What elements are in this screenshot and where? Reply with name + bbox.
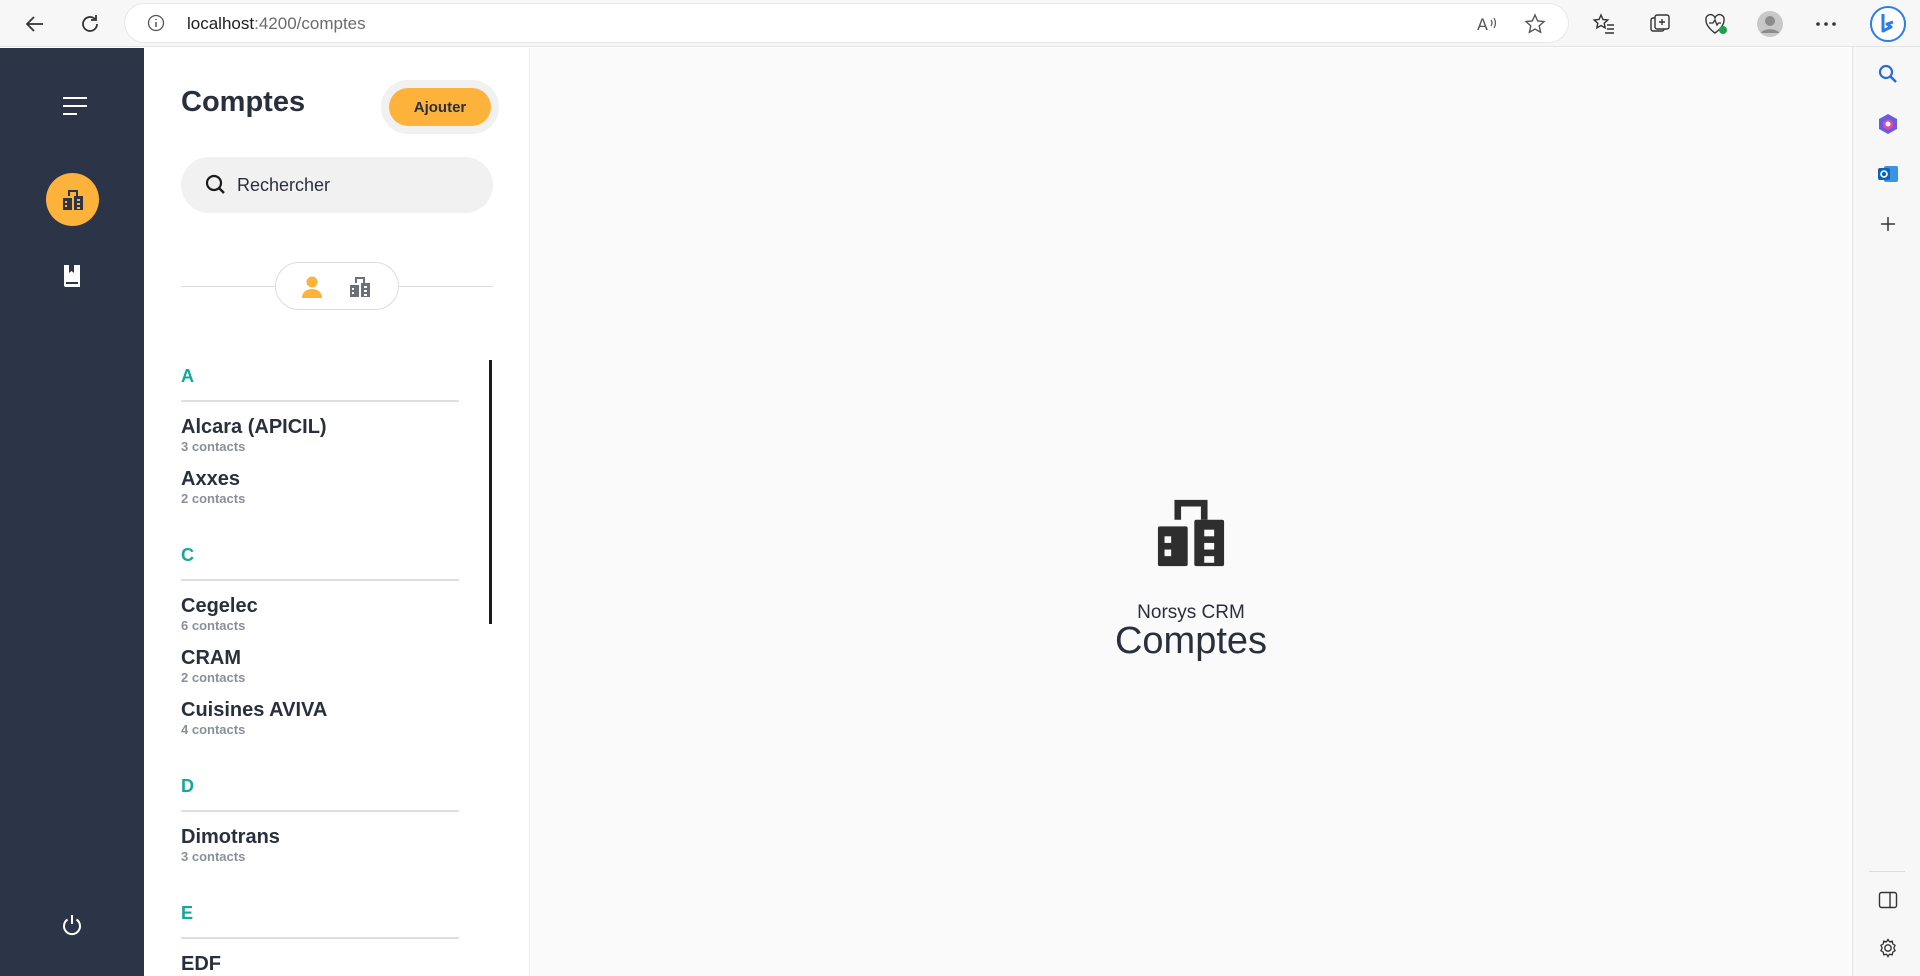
url-host: localhost [187, 14, 255, 33]
building-icon [62, 189, 83, 210]
letter-divider [181, 579, 459, 581]
letter-divider [181, 400, 459, 402]
profile-avatar-icon[interactable] [1756, 10, 1784, 38]
favorites-icon[interactable] [1590, 10, 1618, 38]
svg-text:A: A [1477, 15, 1488, 34]
letter-heading: D [181, 776, 194, 796]
outlook-icon[interactable] [1875, 161, 1901, 187]
list-item[interactable]: Cegelec 6 contacts [181, 594, 459, 646]
person-icon[interactable] [298, 273, 326, 301]
list-item[interactable]: Axxes 2 contacts [181, 467, 459, 519]
building-icon[interactable] [346, 273, 374, 301]
list-item[interactable]: Cuisines AVIVA 4 contacts [181, 698, 459, 750]
account-contacts: 6 contacts [181, 618, 246, 633]
add-button-wrapper: Ajouter [381, 80, 499, 134]
letter-group: A Alcara (APICIL) 3 contacts Axxes 2 con… [181, 360, 459, 539]
list-scrollbar[interactable] [489, 360, 492, 624]
office-icon[interactable] [1875, 111, 1901, 137]
url-path: :4200/comptes [254, 14, 366, 33]
letter-divider [181, 937, 459, 939]
account-name: Cegelec [181, 595, 258, 617]
menu-icon[interactable] [60, 94, 90, 118]
collections-icon[interactable] [1646, 10, 1674, 38]
accounts-list-panel: Comptes Ajouter A Alcara (APICIL) 3 cont… [144, 48, 530, 976]
letter-divider [181, 810, 459, 812]
account-name: Axxes [181, 468, 240, 490]
letter-heading: A [181, 366, 194, 386]
account-contacts: 4 contacts [181, 722, 246, 737]
more-options-icon[interactable] [1812, 10, 1840, 38]
building-icon [1148, 490, 1234, 581]
account-name: Cuisines AVIVA [181, 699, 328, 721]
add-account-button[interactable]: Ajouter [389, 88, 491, 126]
search-box [181, 157, 493, 213]
account-name: EDF [181, 953, 221, 975]
letter-group: D Dimotrans 3 contacts [181, 770, 459, 897]
rail-divider [1869, 871, 1905, 872]
settings-gear-icon[interactable] [1875, 935, 1901, 961]
app-sidebar [0, 48, 144, 976]
add-icon[interactable] [1875, 211, 1901, 237]
read-aloud-icon[interactable]: A [1475, 12, 1499, 36]
browser-toolbar: localhost:4200/comptes A [0, 0, 1920, 47]
info-icon[interactable] [147, 14, 165, 37]
list-item[interactable]: Dimotrans 3 contacts [181, 825, 459, 877]
list-item[interactable]: CRAM 2 contacts [181, 646, 459, 698]
list-item[interactable]: EDF [181, 952, 459, 976]
url-text: localhost:4200/comptes [187, 14, 366, 34]
letter-group: C Cegelec 6 contacts CRAM 2 contacts Cui… [181, 539, 459, 770]
sidebar-item-accounts[interactable] [46, 173, 99, 226]
account-contacts: 2 contacts [181, 670, 246, 685]
favorite-star-icon[interactable] [1523, 12, 1547, 36]
refresh-icon[interactable] [74, 8, 106, 40]
list-item[interactable]: Alcara (APICIL) 3 contacts [181, 415, 459, 467]
empty-state-title: Comptes [1114, 620, 1268, 662]
browser-essentials-icon[interactable] [1702, 10, 1730, 38]
letter-heading: E [181, 903, 194, 923]
browser-side-rail [1852, 47, 1920, 976]
account-name: Alcara (APICIL) [181, 416, 327, 438]
bing-copilot-icon[interactable] [1870, 6, 1906, 42]
sidebar-toggle-icon[interactable] [1875, 887, 1901, 913]
account-name: Dimotrans [181, 826, 280, 848]
main-content: Norsys CRM Comptes [531, 48, 1851, 976]
accounts-list: A Alcara (APICIL) 3 contacts Axxes 2 con… [181, 360, 459, 976]
letter-group: E EDF [181, 897, 459, 976]
page-title: Comptes [181, 86, 306, 118]
account-contacts: 3 contacts [181, 849, 246, 864]
account-contacts: 3 contacts [181, 439, 246, 454]
search-icon[interactable] [1875, 61, 1901, 87]
address-bar[interactable]: localhost:4200/comptes A [125, 4, 1568, 42]
back-icon[interactable] [19, 8, 51, 40]
account-contacts: 2 contacts [181, 491, 246, 506]
search-icon [205, 174, 227, 201]
search-input[interactable] [237, 171, 467, 199]
book-icon[interactable] [58, 262, 86, 290]
letter-heading: C [181, 545, 194, 565]
view-toggle [275, 262, 399, 310]
power-icon[interactable] [58, 911, 86, 939]
account-name: CRAM [181, 647, 241, 669]
